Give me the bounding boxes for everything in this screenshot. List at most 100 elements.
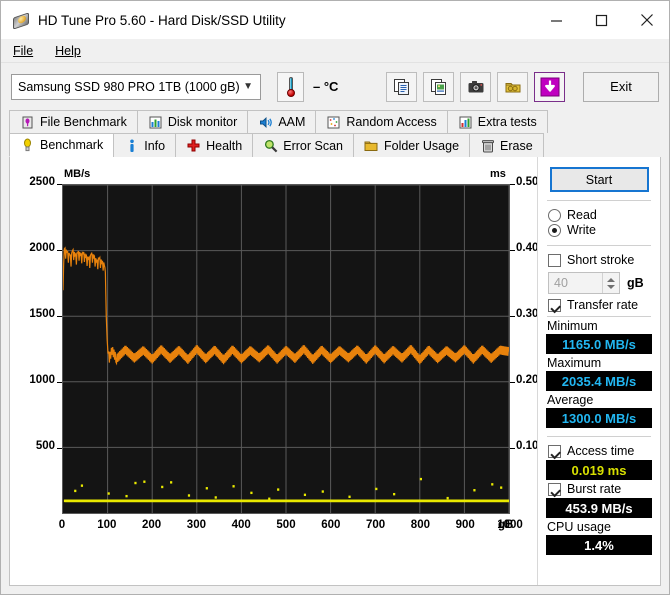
x-axis-tick-label: 700 [366,519,386,531]
tab-info[interactable]: Info [113,133,177,157]
screenshot-icon[interactable] [460,71,491,102]
minimum-label: Minimum [547,319,598,333]
tab-erase[interactable]: Erase [469,133,544,157]
minimum-value-box: 1165.0 MB/s [546,334,652,354]
y-axis-tick-mark [57,382,62,383]
cpu-usage-value-box: 1.4% [546,535,652,555]
tab-label: Error Scan [283,138,343,153]
y2-axis-tick-mark [510,250,515,251]
access-time-value: 0.019 ms [571,462,627,478]
y2-axis-tick-mark [510,184,515,185]
minimum-value: 1165.0 MB/s [562,336,636,352]
benchmark-chart: MB/s ms 500 1000 1500 2000 2500 0.10 0.20 0.30… [10,157,539,585]
tab-random-access[interactable]: Random Access [315,110,448,133]
tab-extra-tests[interactable]: Extra tests [446,110,548,133]
menu-file-label: File [13,43,34,58]
tab-label: Info [144,138,166,153]
checkbox-transfer-rate-label: Transfer rate [567,298,639,312]
tab-benchmark[interactable]: Benchmark [9,133,115,157]
exit-button[interactable]: Exit [583,71,659,102]
short-stroke-stepper[interactable]: 40 [548,272,620,294]
copy-text-icon[interactable] [386,71,417,102]
radio-read-label: Read [567,208,597,222]
start-button[interactable]: Start [549,167,649,192]
menu-file[interactable]: File [3,42,43,60]
y-axis-tick-mark [57,448,62,449]
copy-image-icon[interactable] [423,71,454,102]
checkbox-short-stroke[interactable]: Short stroke [548,253,652,267]
average-value-box: 1300.0 MB/s [546,408,652,428]
x-axis-tick-label: 800 [410,519,430,531]
checkbox-short-stroke-label: Short stroke [567,253,635,267]
y-axis-tick-label: 2000 [29,242,55,254]
checkbox-access-time[interactable]: Access time [548,444,652,458]
drive-select[interactable]: Samsung SSD 980 PRO 1TB (1000 gB) ▼ [11,73,261,100]
menu-bar: File Help [1,39,669,63]
drive-select-value: Samsung SSD 980 PRO 1TB (1000 gB) [18,79,240,94]
y-axis-tick-label: 1000 [29,374,55,386]
download-icon[interactable] [534,71,565,102]
tab-error-scan[interactable]: Error Scan [252,133,354,157]
divider [547,245,651,246]
radio-read[interactable]: Read [548,208,652,222]
checkbox-short-stroke-input[interactable] [548,253,561,267]
temperature-value: – °C [313,79,339,94]
checkbox-access-time-label: Access time [567,444,635,458]
tab-label: File Benchmark [40,115,127,129]
benchmark-panel: MB/s ms 500 1000 1500 2000 2500 0.10 0.20 0.30… [9,157,661,586]
average-label: Average [547,393,594,407]
tab-label: Disk monitor [167,115,238,129]
y2-axis-tick-label: 0.30 [516,308,539,320]
trash-icon [480,138,495,153]
y-axis-unit: MB/s [64,168,91,180]
short-stroke-size-row: 40 gB [548,272,652,294]
checkbox-access-time-input[interactable] [548,444,561,458]
maximize-icon[interactable] [579,1,624,39]
tab-file-benchmark[interactable]: File Benchmark [9,110,138,133]
tab-strip: File Benchmark Disk monitor AAM Random A… [1,110,669,157]
tab-label: Erase [500,138,533,153]
checkbox-burst-rate[interactable]: Burst rate [548,482,652,496]
divider [547,436,651,437]
thermometer-icon [286,76,295,97]
menu-help-label: Help [55,43,81,58]
radio-write-input[interactable] [548,223,561,237]
hard-disk-icon [13,11,30,30]
y2-axis-tick-label: 0.50 [516,176,539,188]
y-axis-tick-mark [57,316,62,317]
radio-write[interactable]: Write [548,223,652,237]
stepper-arrows-icon[interactable] [602,273,619,293]
tab-row-primary: Benchmark Info Health Error Scan Folder … [9,133,661,157]
save-icon[interactable] [497,71,528,102]
title-bar: HD Tune Pro 5.60 - Hard Disk/SSD Utility [1,1,669,39]
magnifier-icon [263,138,278,153]
tab-disk-monitor[interactable]: Disk monitor [136,110,249,133]
average-value: 1300.0 MB/s [561,410,637,426]
tab-aam[interactable]: AAM [247,110,317,133]
y-axis-tick-label: 2500 [29,176,55,188]
tab-label: Random Access [346,115,437,129]
radio-read-input[interactable] [548,208,561,222]
bulb-icon [20,138,35,153]
y2-axis-tick-mark [510,316,515,317]
y2-axis-tick-label: 0.20 [516,374,539,386]
tab-folder-usage[interactable]: Folder Usage [352,133,471,157]
y2-axis-unit: ms [490,168,506,180]
checkbox-transfer-rate[interactable]: Transfer rate [548,298,652,312]
toolbar: Samsung SSD 980 PRO 1TB (1000 gB) ▼ – °C [1,63,669,110]
tab-health[interactable]: Health [175,133,254,157]
toolbar-buttons: Exit [386,71,659,102]
close-icon[interactable] [624,1,669,39]
y-axis-tick-mark [57,250,62,251]
checkbox-transfer-rate-input[interactable] [548,298,561,312]
minimize-icon[interactable] [534,1,579,39]
menu-help[interactable]: Help [45,42,91,60]
tab-label: Folder Usage [383,138,460,153]
control-sidebar: Start Read Write Short stroke 40 gB Tran… [537,157,660,585]
burst-rate-value-box: 453.9 MB/s [546,498,652,518]
checkbox-burst-rate-input[interactable] [548,482,561,496]
maximum-value-box: 2035.4 MB/s [546,371,652,391]
checkbox-burst-rate-label: Burst rate [567,482,622,496]
health-cross-icon [186,138,201,153]
maximum-label: Maximum [547,356,602,370]
